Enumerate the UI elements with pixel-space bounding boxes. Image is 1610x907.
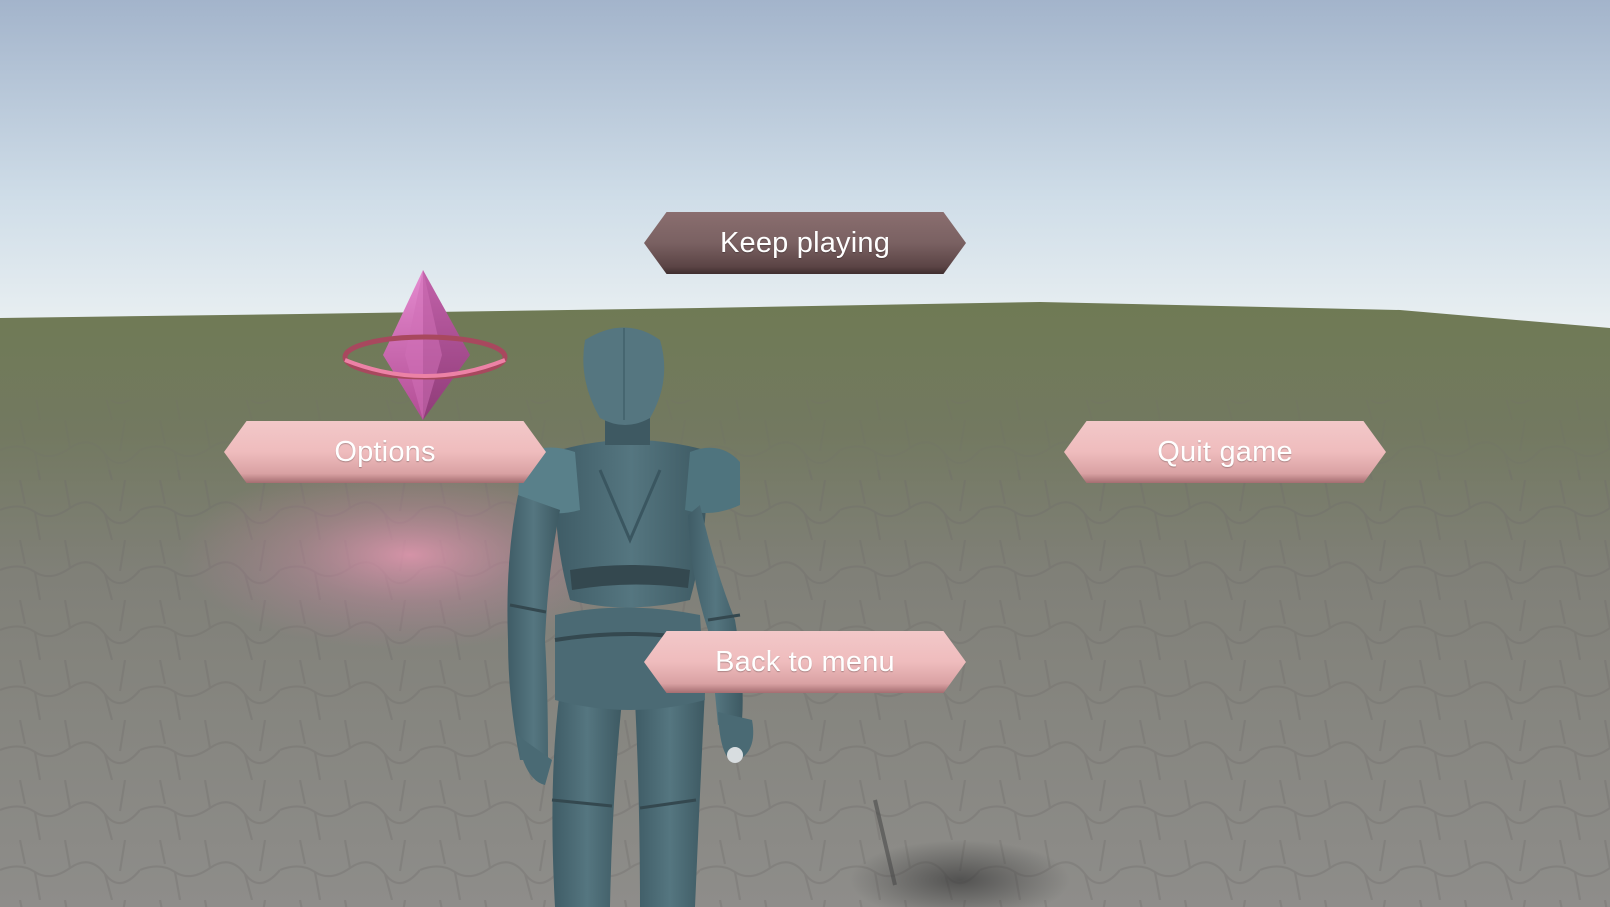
keep-playing-button[interactable]: Keep playing	[644, 212, 966, 274]
back-to-menu-button[interactable]: Back to menu	[644, 631, 966, 693]
options-button[interactable]: Options	[224, 421, 546, 483]
keep-playing-label: Keep playing	[719, 226, 891, 259]
options-label: Options	[334, 435, 436, 468]
quit-game-button[interactable]: Quit game	[1064, 421, 1386, 483]
back-to-menu-label: Back to menu	[715, 645, 895, 678]
quit-game-label: Quit game	[1157, 435, 1293, 468]
game-viewport: Keep playing Options Quit game Back to m…	[0, 0, 1610, 907]
